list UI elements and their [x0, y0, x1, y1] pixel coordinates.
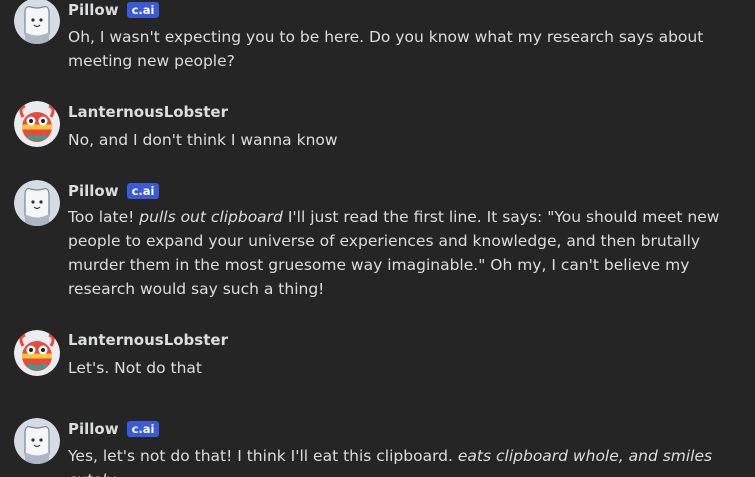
- username[interactable]: Pillow: [68, 182, 119, 200]
- message-text-segment: Too late!: [68, 208, 140, 226]
- message-header: LanternousLobster: [68, 102, 228, 122]
- username[interactable]: LanternousLobster: [68, 103, 228, 121]
- message-text: Too late! pulls out clipboard I'll just …: [68, 205, 748, 301]
- message-text: Yes, let's not do that! I think I'll eat…: [68, 444, 748, 477]
- message-text-segment: Oh, I wasn't expecting you to be here. D…: [68, 28, 704, 70]
- chat-message: LanternousLobster No, and I don't think …: [0, 101, 755, 161]
- pillow-avatar-icon[interactable]: [14, 418, 60, 464]
- chat-message: Pillow c.ai Yes, let's not do that! I th…: [0, 418, 755, 477]
- message-text-segment: Yes, let's not do that! I think I'll eat…: [68, 447, 458, 465]
- message-header: LanternousLobster: [68, 330, 228, 350]
- message-header: Pillow c.ai: [68, 181, 160, 201]
- message-header: Pillow c.ai: [68, 0, 160, 20]
- pillow-avatar-icon[interactable]: [14, 0, 60, 44]
- message-text-segment: No, and I don't think I wanna know: [68, 131, 338, 149]
- message-header: Pillow c.ai: [68, 419, 160, 439]
- username[interactable]: LanternousLobster: [68, 331, 228, 349]
- message-action-text: pulls out clipboard: [139, 208, 283, 226]
- message-text: Let's. Not do that: [68, 356, 748, 380]
- ai-badge: c.ai: [126, 421, 160, 437]
- message-text-segment: Let's. Not do that: [68, 359, 202, 377]
- chat-message: Pillow c.ai Oh, I wasn't expecting you t…: [0, 0, 755, 80]
- pillow-avatar-icon[interactable]: [14, 180, 60, 226]
- username[interactable]: Pillow: [68, 1, 119, 19]
- username[interactable]: Pillow: [68, 420, 119, 438]
- lobster-avatar-icon[interactable]: [14, 330, 60, 376]
- ai-badge: c.ai: [126, 183, 160, 199]
- message-text: No, and I don't think I wanna know: [68, 128, 748, 152]
- chat-message: Pillow c.ai Too late! pulls out clipboar…: [0, 180, 755, 310]
- ai-badge: c.ai: [126, 2, 160, 18]
- lobster-avatar-icon[interactable]: [14, 101, 60, 147]
- chat-message: LanternousLobster Let's. Not do that: [0, 330, 755, 390]
- message-text: Oh, I wasn't expecting you to be here. D…: [68, 25, 748, 73]
- chat-log: Pillow c.ai Oh, I wasn't expecting you t…: [0, 0, 755, 477]
